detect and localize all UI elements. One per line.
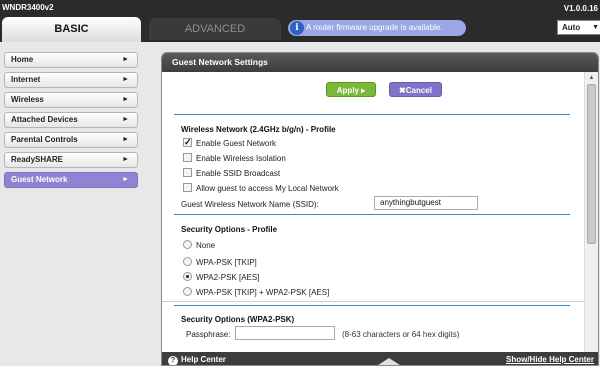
expand-arrow-icon[interactable] xyxy=(375,358,403,365)
ssid-input[interactable]: anythingbutguest xyxy=(374,196,478,210)
enable-guest-network-option[interactable]: Enable Guest Network xyxy=(183,136,277,150)
cancel-button[interactable]: ✖Cancel xyxy=(389,82,442,97)
option-label: None xyxy=(196,241,216,250)
tab-advanced[interactable]: ADVANCED xyxy=(149,18,281,40)
divider xyxy=(174,114,570,115)
sidebar-item-label: Parental Controls xyxy=(11,135,78,144)
apply-button[interactable]: Apply ▸ xyxy=(326,82,376,97)
router-model: WNDR3400v2 xyxy=(2,3,54,12)
sidebar-item-wireless[interactable]: Wireless ► xyxy=(4,92,138,108)
security-option-wpa2-psk-aes[interactable]: WPA2-PSK [AES] xyxy=(183,272,259,284)
security-option-mixed[interactable]: WPA-PSK [TKIP] + WPA2-PSK [AES] xyxy=(183,287,329,299)
chevron-right-icon: ► xyxy=(122,116,129,123)
help-center-link[interactable]: ? Help Center xyxy=(168,352,226,365)
tab-basic[interactable]: BASIC xyxy=(2,17,141,42)
security-wpa2-psk-aes-radio[interactable] xyxy=(183,272,192,281)
sidebar-item-label: Guest Network xyxy=(11,175,68,184)
option-label: Allow guest to access My Local Network xyxy=(196,184,339,193)
chevron-down-icon: ▼ xyxy=(592,24,599,31)
firmware-upgrade-notice[interactable]: i A router firmware upgrade is available… xyxy=(288,20,466,36)
option-label: WPA-PSK [TKIP] + WPA2-PSK [AES] xyxy=(196,288,330,297)
option-label: WPA-PSK [TKIP] xyxy=(196,258,257,267)
divider xyxy=(174,305,570,306)
sidebar-item-readyshare[interactable]: ReadySHARE ► xyxy=(4,152,138,168)
chevron-right-icon: ► xyxy=(122,136,129,143)
option-label: Enable Wireless Isolation xyxy=(196,154,286,163)
guest-network-panel: Guest Network Settings Apply ▸ ✖Cancel W… xyxy=(161,52,599,366)
enable-wireless-isolation-checkbox[interactable] xyxy=(183,153,192,162)
option-label: Enable SSID Broadcast xyxy=(196,169,281,178)
help-center-label: Help Center xyxy=(181,355,226,364)
chevron-right-icon: ► xyxy=(122,76,129,83)
enable-guest-network-checkbox[interactable] xyxy=(183,136,192,148)
show-hide-help-link[interactable]: Show/Hide Help Center xyxy=(506,352,594,365)
enable-ssid-broadcast-option[interactable]: Enable SSID Broadcast xyxy=(183,168,280,180)
security-option-none[interactable]: None xyxy=(183,240,215,252)
passphrase-label: Passphrase: xyxy=(186,330,231,339)
passphrase-input[interactable] xyxy=(235,326,335,340)
info-icon: i xyxy=(290,21,304,35)
chevron-right-icon: ► xyxy=(122,176,129,183)
panel-title: Guest Network Settings xyxy=(162,53,598,72)
security-wpa-psk-tkip-radio[interactable] xyxy=(183,257,192,266)
scroll-up-icon[interactable]: ▲ xyxy=(585,72,598,84)
option-label: Enable Guest Network xyxy=(196,139,277,148)
allow-local-access-option[interactable]: Allow guest to access My Local Network xyxy=(183,183,339,195)
firmware-version: V1.0.0.16 xyxy=(563,4,598,13)
sidebar-item-attached-devices[interactable]: Attached Devices ► xyxy=(4,112,138,128)
chevron-right-icon: ► xyxy=(122,96,129,103)
chevron-right-icon: ► xyxy=(122,56,129,63)
sidebar-nav: Home ► Internet ► Wireless ► Attached Devic… xyxy=(4,52,138,192)
security-mixed-radio[interactable] xyxy=(183,287,192,296)
scroll-thumb[interactable] xyxy=(587,84,596,244)
option-label: WPA2-PSK [AES] xyxy=(196,273,260,282)
divider xyxy=(174,214,570,215)
profile-section-title: Wireless Network (2.4GHz b/g/n) - Profil… xyxy=(181,125,336,134)
passphrase-hint: (8-63 characters or 64 hex digits) xyxy=(342,330,460,339)
enable-ssid-broadcast-checkbox[interactable] xyxy=(183,168,192,177)
firmware-upgrade-text: A router firmware upgrade is available. xyxy=(306,23,443,32)
language-value: Auto xyxy=(562,23,581,32)
top-header: WNDR3400v2 V1.0.0.16 BASIC ADVANCED i A … xyxy=(0,0,600,42)
sidebar-item-parental-controls[interactable]: Parental Controls ► xyxy=(4,132,138,148)
help-bar: ? Help Center Show/Hide Help Center xyxy=(162,352,598,365)
sidebar-item-label: ReadySHARE xyxy=(11,155,64,164)
sidebar-item-internet[interactable]: Internet ► xyxy=(4,72,138,88)
ssid-label: Guest Wireless Network Name (SSID): xyxy=(181,200,319,209)
security-section-title: Security Options - Profile xyxy=(181,225,278,234)
chevron-right-icon: ► xyxy=(122,156,129,163)
sidebar-item-label: Home xyxy=(11,55,34,64)
sidebar-item-label: Internet xyxy=(11,75,41,84)
sidebar-item-home[interactable]: Home ► xyxy=(4,52,138,68)
divider xyxy=(162,301,584,302)
panel-scrollbar[interactable]: ▲ xyxy=(584,72,598,352)
wpa2-section-title: Security Options (WPA2-PSK) xyxy=(181,315,295,324)
sidebar-item-label: Wireless xyxy=(11,95,44,104)
enable-wireless-isolation-option[interactable]: Enable Wireless Isolation xyxy=(183,153,286,165)
sidebar-item-label: Attached Devices xyxy=(11,115,78,124)
security-none-radio[interactable] xyxy=(183,240,192,249)
help-icon: ? xyxy=(168,356,178,365)
sidebar-item-guest-network[interactable]: Guest Network ► xyxy=(4,172,138,188)
allow-local-access-checkbox[interactable] xyxy=(183,183,192,192)
security-option-wpa-psk-tkip[interactable]: WPA-PSK [TKIP] xyxy=(183,257,257,269)
language-select[interactable]: Auto ▼ xyxy=(557,20,600,35)
